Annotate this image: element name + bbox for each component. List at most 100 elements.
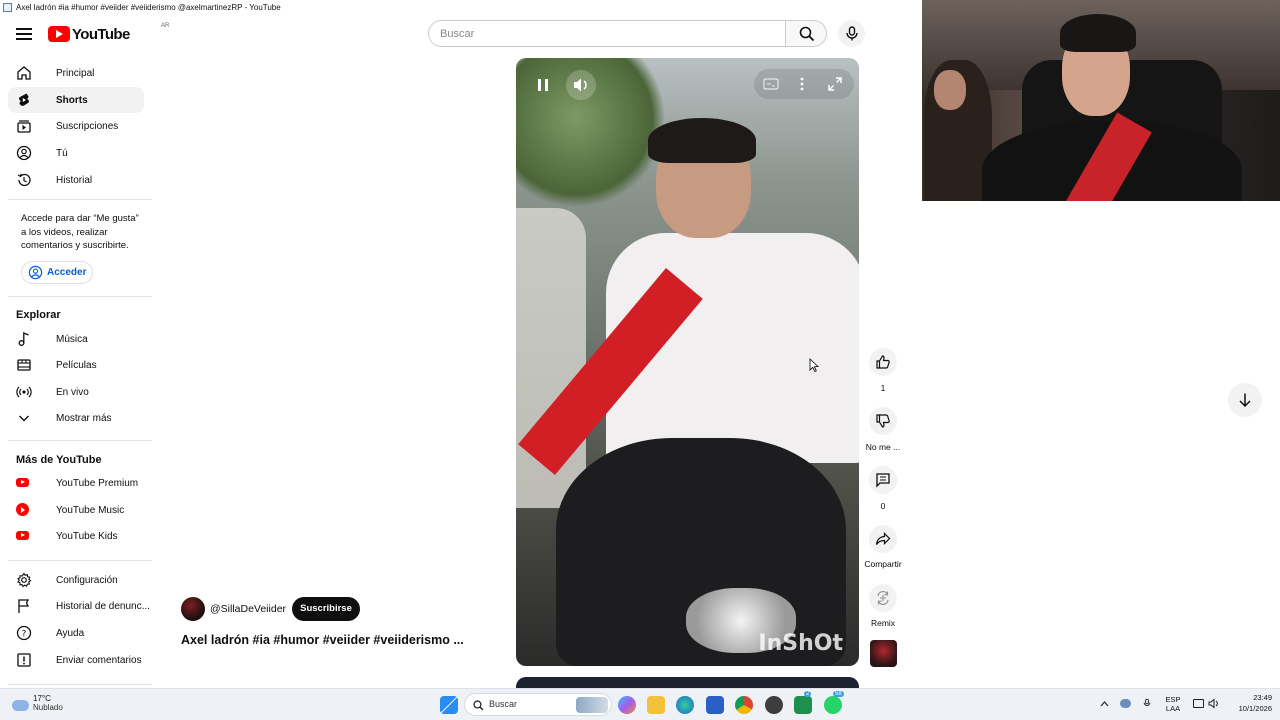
clock-date: 10/1/2026 xyxy=(1238,704,1272,713)
search-icon xyxy=(799,26,815,42)
share-button[interactable] xyxy=(869,525,897,553)
microphone-icon xyxy=(846,26,858,41)
shorts-video-player[interactable]: InShOt xyxy=(516,58,859,666)
windows-taskbar: 17°C Nublado xyxy=(0,688,1280,720)
whatsapp-icon[interactable] xyxy=(824,696,842,714)
more-options-icon[interactable] xyxy=(799,76,805,92)
sidebar-item-peliculas[interactable]: Películas xyxy=(8,352,144,378)
webcam-streamer-hair xyxy=(1060,14,1136,52)
sidebar-item-youtube-premium[interactable]: YouTube Premium xyxy=(8,470,144,496)
dislike-label: No me ... xyxy=(865,442,901,452)
cloud-icon xyxy=(12,700,29,711)
sidebar-item-tu[interactable]: Tú xyxy=(8,140,144,166)
feedback-icon xyxy=(16,652,32,668)
comments-button[interactable] xyxy=(869,466,897,494)
channel-name[interactable]: @SillaDeVeiider xyxy=(210,603,286,615)
weather-widget[interactable]: 17°C Nublado xyxy=(12,694,63,712)
taskbar-search-label: Buscar xyxy=(489,699,518,709)
channel-avatar[interactable] xyxy=(181,597,205,621)
next-video-button[interactable] xyxy=(1228,383,1262,417)
store-icon[interactable] xyxy=(706,696,724,714)
gear-icon xyxy=(16,572,32,588)
language-indicator[interactable]: ESP LAA xyxy=(1160,695,1186,713)
sidebar-divider xyxy=(8,560,152,561)
sidebar-item-youtube-kids[interactable]: YouTube Kids xyxy=(8,523,144,549)
sidebar-item-label: Suscripciones xyxy=(56,120,119,132)
like-button[interactable] xyxy=(869,348,897,376)
sidebar-item-principal[interactable]: Principal xyxy=(8,60,144,86)
captions-icon[interactable] xyxy=(763,77,779,91)
chevron-up-icon[interactable] xyxy=(1100,700,1109,708)
sidebar-item-label: YouTube Music xyxy=(56,504,125,516)
sidebar-item-label: Películas xyxy=(56,359,97,371)
network-icon[interactable] xyxy=(1193,699,1204,708)
remix-label: Remix xyxy=(870,618,896,628)
mouse-cursor-icon xyxy=(809,358,819,372)
remix-button[interactable] xyxy=(869,584,897,612)
taskbar-search[interactable]: Buscar xyxy=(464,693,612,716)
help-icon: ? xyxy=(16,625,32,641)
menu-button[interactable] xyxy=(14,25,34,43)
sidebar-item-label: Ayuda xyxy=(56,627,85,639)
sidebar-item-label: Principal xyxy=(56,67,95,79)
search-highlight-icon xyxy=(576,697,608,713)
sidebar-item-musica[interactable]: Música xyxy=(8,326,144,352)
sidebar-item-label: Mostrar más xyxy=(56,412,112,424)
sidebar-item-en-vivo[interactable]: En vivo xyxy=(8,379,144,405)
voice-search-button[interactable] xyxy=(838,20,865,47)
sidebar-item-mostrar-mas[interactable]: Mostrar más xyxy=(8,405,144,431)
sidebar-item-label: Configuración xyxy=(56,574,118,586)
youtube-music-icon xyxy=(16,502,32,518)
clock-time: 23:49 xyxy=(1253,693,1272,702)
chevron-down-icon xyxy=(16,410,32,426)
chrome-icon[interactable] xyxy=(735,696,753,714)
player-controls-group xyxy=(754,69,854,99)
sidebar-item-configuracion[interactable]: Configuración xyxy=(8,567,144,593)
obs-icon[interactable] xyxy=(765,696,783,714)
dislike-button[interactable] xyxy=(869,407,897,435)
youtube-logo[interactable]: YouTube AR xyxy=(48,23,169,44)
search-input[interactable] xyxy=(428,20,786,47)
thumbs-down-icon xyxy=(876,414,890,428)
sidebar-item-youtube-music[interactable]: YouTube Music xyxy=(8,497,144,523)
system-clock[interactable]: 23:49 10/1/2026 xyxy=(1222,692,1272,714)
volume-button[interactable] xyxy=(566,70,596,100)
home-icon xyxy=(16,65,32,81)
sidebar-item-enviar-comentarios[interactable]: Enviar comentarios xyxy=(8,647,144,673)
account-icon xyxy=(28,265,43,280)
sidebar-item-historial[interactable]: Historial xyxy=(8,167,144,193)
more-youtube-title: Más de YouTube xyxy=(16,454,102,466)
subscribe-button[interactable]: Suscribirse xyxy=(292,597,360,621)
sidebar-item-label: Historial de denunc... xyxy=(56,600,150,612)
sidebar-item-suscripciones[interactable]: Suscripciones xyxy=(8,113,144,139)
sidebar-item-label: En vivo xyxy=(56,386,89,398)
search-button[interactable] xyxy=(785,20,827,47)
share-label: Compartir xyxy=(864,559,902,569)
comment-icon xyxy=(876,473,890,488)
volume-icon xyxy=(574,78,587,92)
copilot-icon[interactable] xyxy=(618,696,636,714)
sidebar-item-historial-denuncias[interactable]: Historial de denunc... xyxy=(8,593,150,619)
video-frame-hair xyxy=(648,118,756,163)
microphone-icon[interactable] xyxy=(1143,697,1151,709)
webcam-person-left-face xyxy=(934,70,966,110)
search-icon xyxy=(473,700,484,711)
pause-button[interactable] xyxy=(528,70,558,100)
windows-start-icon[interactable] xyxy=(440,696,458,714)
explore-title: Explorar xyxy=(16,309,61,321)
sidebar-item-ayuda[interactable]: ? Ayuda xyxy=(8,620,144,646)
file-explorer-icon[interactable] xyxy=(647,696,665,714)
sidebar-item-label: Tú xyxy=(56,147,68,159)
speaker-icon[interactable] xyxy=(1208,698,1220,709)
sidebar-item-shorts[interactable]: Shorts xyxy=(8,87,144,113)
whatsapp-badge: 58 xyxy=(833,691,844,697)
thumbs-up-icon xyxy=(876,355,890,369)
excel-icon[interactable] xyxy=(794,696,812,714)
onedrive-icon[interactable] xyxy=(1120,699,1131,708)
sound-thumbnail[interactable] xyxy=(870,640,897,667)
video-title[interactable]: Axel ladrón #ia #humor #veiider #veiider… xyxy=(181,633,464,647)
fullscreen-icon[interactable] xyxy=(827,76,843,92)
edge-icon[interactable] xyxy=(676,696,694,714)
page-favicon-icon xyxy=(3,3,12,12)
signin-button[interactable]: Acceder xyxy=(21,261,93,284)
